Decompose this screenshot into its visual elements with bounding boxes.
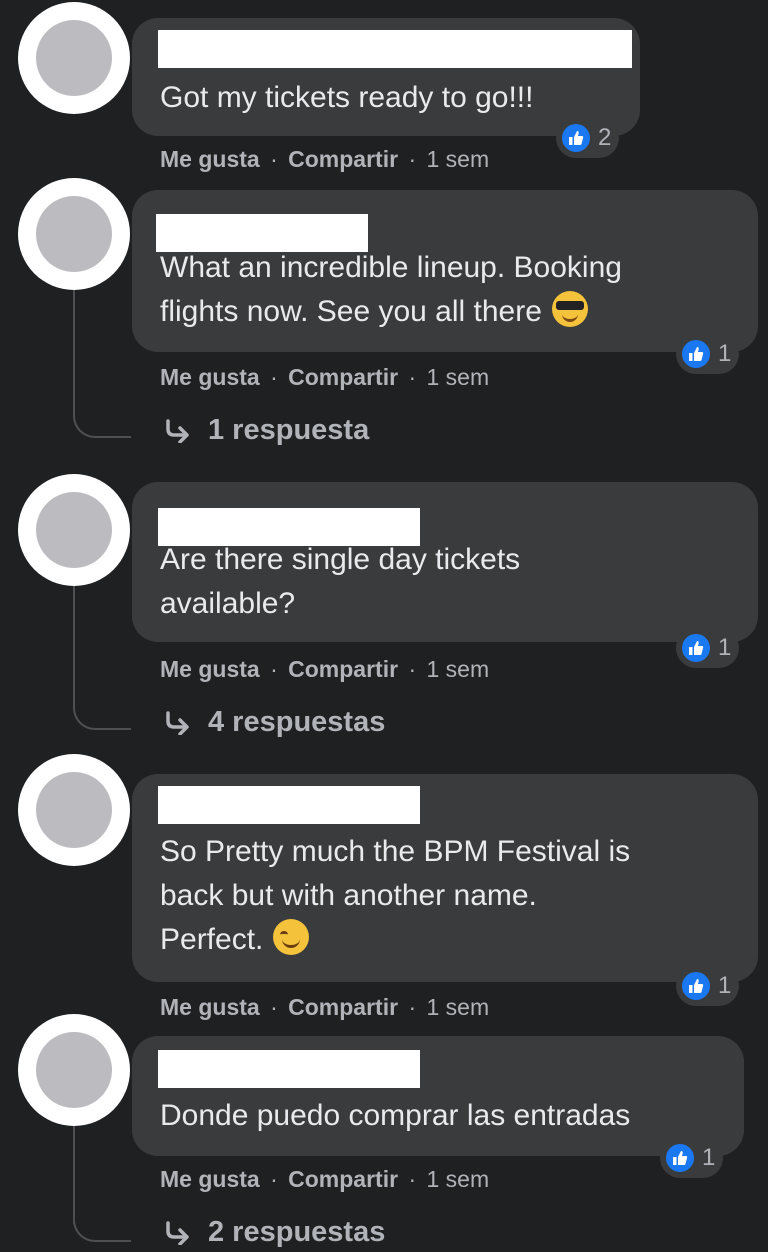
view-replies-link[interactable]: 1 respuesta bbox=[164, 414, 369, 447]
replies-count: 2 respuestas bbox=[208, 1216, 386, 1248]
reaction-badge[interactable]: 1 bbox=[676, 334, 740, 374]
thumbs-up-icon bbox=[680, 632, 712, 664]
reaction-count: 1 bbox=[718, 634, 732, 661]
reply-arrow-icon bbox=[166, 710, 189, 735]
avatar[interactable] bbox=[18, 2, 130, 114]
reaction-badge[interactable]: 1 bbox=[660, 1138, 724, 1178]
share-button[interactable]: Compartir bbox=[288, 364, 398, 390]
comment-text: What an incredible lineup. Booking bbox=[160, 251, 622, 284]
thread-line bbox=[73, 290, 75, 410]
comment-actions: Me gusta · Compartir · 1 sem bbox=[160, 1166, 490, 1192]
comment-actions: Me gusta · Compartir · 1 sem bbox=[160, 146, 490, 172]
comment-text: flights now. See you all there bbox=[160, 290, 588, 334]
like-button[interactable]: Me gusta bbox=[160, 994, 260, 1020]
like-button[interactable]: Me gusta bbox=[160, 364, 260, 390]
thumbs-up-icon bbox=[560, 122, 592, 154]
reply-arrow-icon bbox=[166, 418, 189, 443]
thread-line bbox=[73, 1126, 75, 1224]
avatar[interactable] bbox=[18, 474, 130, 586]
comment-text: Got my tickets ready to go!!! bbox=[160, 81, 534, 114]
timestamp[interactable]: 1 sem bbox=[427, 994, 490, 1020]
comment-text: Are there single day tickets bbox=[160, 543, 521, 576]
reaction-count: 1 bbox=[718, 972, 732, 999]
redacted-author-name bbox=[158, 786, 420, 824]
thread-connector bbox=[73, 1212, 131, 1242]
comment-text: So Pretty much the BPM Festival is bbox=[160, 835, 631, 868]
comment-text: Perfect. bbox=[160, 918, 310, 962]
comment-text: Donde puedo comprar las entradas bbox=[160, 1099, 631, 1132]
view-replies-link[interactable]: 4 respuestas bbox=[164, 706, 385, 739]
like-button[interactable]: Me gusta bbox=[160, 146, 260, 172]
comment-actions: Me gusta · Compartir · 1 sem bbox=[160, 656, 490, 682]
comment-text: available? bbox=[160, 587, 296, 620]
thumbs-up-icon bbox=[680, 338, 712, 370]
avatar[interactable] bbox=[18, 1014, 130, 1126]
reaction-badge[interactable]: 1 bbox=[676, 966, 740, 1006]
timestamp[interactable]: 1 sem bbox=[427, 1166, 490, 1192]
thread-line bbox=[73, 586, 75, 702]
like-button[interactable]: Me gusta bbox=[160, 656, 260, 682]
thumbs-up-icon bbox=[680, 970, 712, 1002]
like-button[interactable]: Me gusta bbox=[160, 1166, 260, 1192]
share-button[interactable]: Compartir bbox=[288, 1166, 398, 1192]
replies-count: 1 respuesta bbox=[208, 414, 370, 446]
sunglasses-emoji-icon bbox=[551, 291, 588, 327]
timestamp[interactable]: 1 sem bbox=[427, 656, 490, 682]
thread-connector bbox=[73, 700, 131, 730]
avatar[interactable] bbox=[18, 754, 130, 866]
share-button[interactable]: Compartir bbox=[288, 994, 398, 1020]
thread-connector bbox=[73, 408, 131, 438]
comment-actions: Me gusta · Compartir · 1 sem bbox=[160, 364, 490, 390]
reaction-count: 1 bbox=[718, 340, 732, 367]
reaction-badge[interactable]: 1 bbox=[676, 628, 740, 668]
reaction-count: 1 bbox=[702, 1144, 716, 1171]
comment-text: back but with another name. bbox=[160, 879, 537, 912]
timestamp[interactable]: 1 sem bbox=[427, 364, 490, 390]
timestamp[interactable]: 1 sem bbox=[427, 146, 490, 172]
reaction-badge[interactable]: 2 bbox=[556, 118, 620, 158]
reply-arrow-icon bbox=[166, 1220, 189, 1245]
view-replies-link[interactable]: 2 respuestas bbox=[164, 1216, 385, 1249]
redacted-author-name bbox=[158, 30, 632, 68]
smirk-emoji-icon bbox=[273, 919, 310, 955]
thumbs-up-icon bbox=[664, 1142, 696, 1174]
share-button[interactable]: Compartir bbox=[288, 656, 398, 682]
share-button[interactable]: Compartir bbox=[288, 146, 398, 172]
replies-count: 4 respuestas bbox=[208, 706, 386, 738]
redacted-author-name bbox=[158, 1050, 420, 1088]
avatar[interactable] bbox=[18, 178, 130, 290]
comment-actions: Me gusta · Compartir · 1 sem bbox=[160, 994, 490, 1020]
reaction-count: 2 bbox=[598, 124, 612, 151]
